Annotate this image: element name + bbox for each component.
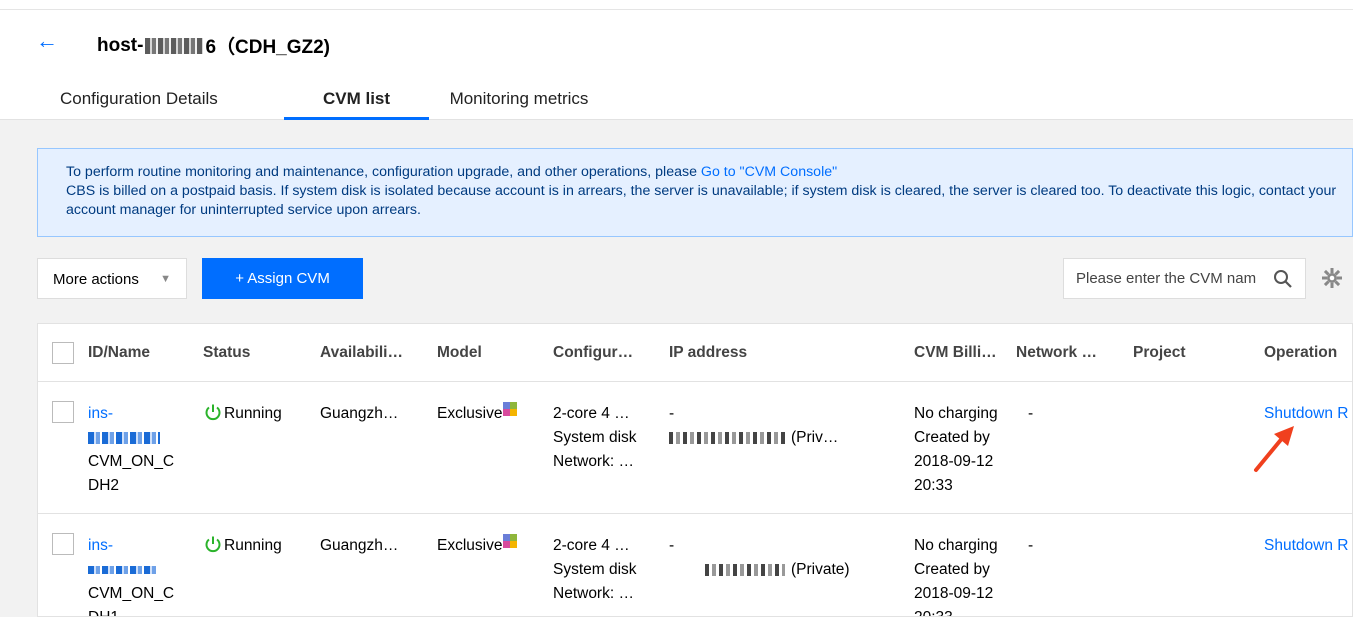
title-prefix: host- [97, 34, 144, 56]
shutdown-link[interactable]: Shutdown R [1264, 534, 1348, 558]
col-id-name[interactable]: ID/Name [88, 344, 150, 362]
tab-configuration-details[interactable]: Configuration Details [58, 88, 284, 120]
model-text: Exclusive [437, 537, 503, 554]
network-cell: - [1028, 537, 1034, 554]
billing-line-4: 20:33 [914, 606, 998, 616]
billing-cell: No charging Created by 2018-09-12 20:33 [914, 402, 998, 498]
status-text: Running [224, 537, 282, 554]
private-ip-label: (Priv… [791, 429, 839, 446]
instance-name-2: DH1 [88, 606, 174, 616]
billing-line-3: 2018-09-12 [914, 453, 994, 470]
table-row: ins- CVM_ON_C DH2 Running Guangzh… Exclu… [38, 382, 1352, 514]
table-header: ID/Name Status Availabili… Model Configu… [38, 324, 1352, 382]
billing-line-1: No charging [914, 537, 998, 554]
instance-name-1: CVM_ON_C [88, 585, 175, 602]
config-line-3: Network: … [553, 453, 634, 470]
col-cvm-billing[interactable]: CVM Billi… [914, 344, 997, 362]
config-line-2: System disk [553, 561, 637, 578]
col-configuration[interactable]: Configur… [553, 344, 633, 362]
cvm-console-link[interactable]: Go to "CVM Console" [701, 164, 837, 180]
status-cell: Running [204, 534, 282, 558]
col-availability[interactable]: Availabili… [320, 344, 403, 362]
info-notice: To perform routine monitoring and mainte… [37, 148, 1353, 237]
power-icon [205, 536, 221, 553]
assign-cvm-button[interactable]: + Assign CVM [202, 258, 363, 299]
billing-line-4: 20:33 [914, 477, 953, 494]
col-model[interactable]: Model [437, 344, 482, 362]
page-header: ← host- 6（CDH_GZ2) Configuration Details… [0, 10, 1353, 120]
availability-cell: Guangzh… [320, 537, 399, 554]
page-title: host- 6（CDH_GZ2) [97, 32, 330, 59]
col-operation: Operation [1264, 344, 1338, 361]
table-row: ins- CVM_ON_C DH1 Running Guangzh… Exclu… [38, 514, 1352, 616]
search-input[interactable] [1064, 270, 1264, 287]
top-border [0, 0, 1353, 10]
billing-line-1: No charging [914, 405, 998, 422]
search-box [1063, 258, 1306, 299]
row-checkbox[interactable] [52, 533, 74, 555]
tab-monitoring-metrics[interactable]: Monitoring metrics [429, 88, 609, 120]
instance-id-name: ins- CVM_ON_C DH1 [88, 534, 175, 616]
model-cell: Exclusive [437, 534, 518, 558]
tab-bar: Configuration Details CVM list Monitorin… [58, 88, 609, 120]
gear-icon[interactable] [1321, 267, 1343, 289]
exclusive-icon [503, 402, 518, 416]
arrow-left-icon[interactable]: ← [36, 30, 58, 52]
billing-line-2: Created by [914, 429, 990, 446]
tab-cvm-list[interactable]: CVM list [284, 88, 429, 120]
instance-id-link[interactable]: ins- [88, 534, 174, 558]
billing-cell: No charging Created by 2018-09-12 20:33 [914, 534, 998, 616]
redacted-ip [669, 431, 787, 444]
row-checkbox[interactable] [52, 401, 74, 423]
notice-line1: To perform routine monitoring and mainte… [66, 163, 1352, 182]
model-text: Exclusive [437, 405, 503, 422]
configuration-cell: 2-core 4 … System disk Network: … [553, 402, 637, 474]
public-ip: - [669, 405, 675, 422]
ip-cell: - (Priv… [669, 402, 838, 450]
config-line-1: 2-core 4 … [553, 405, 630, 422]
col-status[interactable]: Status [203, 344, 250, 362]
col-network[interactable]: Network … [1016, 344, 1097, 362]
public-ip: - [669, 537, 675, 554]
annotation-arrow-icon [1254, 426, 1294, 472]
more-actions-label: More actions [53, 271, 139, 288]
availability-cell: Guangzh… [320, 405, 399, 422]
redacted-ip [705, 563, 785, 576]
redacted-instance-id[interactable] [88, 431, 160, 444]
shutdown-link[interactable]: Shutdown R [1264, 402, 1348, 426]
instance-id-name: ins- CVM_ON_C DH2 [88, 402, 174, 498]
notice-text-1: To perform routine monitoring and mainte… [66, 164, 701, 180]
model-cell: Exclusive [437, 402, 518, 426]
toolbar: More actions ▼ + Assign CVM [37, 258, 363, 299]
col-project[interactable]: Project [1133, 344, 1186, 362]
power-icon [205, 404, 221, 421]
select-all-checkbox[interactable] [52, 342, 74, 364]
more-actions-dropdown[interactable]: More actions ▼ [37, 258, 187, 299]
col-ip-address[interactable]: IP address [669, 344, 747, 362]
cvm-table: ID/Name Status Availabili… Model Configu… [37, 323, 1353, 617]
search-icon[interactable] [1273, 269, 1293, 289]
status-text: Running [224, 405, 282, 422]
ip-cell: - (Private) [669, 534, 850, 582]
redacted-instance-id[interactable] [88, 565, 158, 574]
caret-down-icon: ▼ [160, 273, 171, 285]
instance-name-1: CVM_ON_C [88, 453, 175, 470]
instance-name-2: DH2 [88, 477, 120, 494]
billing-line-3: 2018-09-12 [914, 585, 994, 602]
config-line-1: 2-core 4 … [553, 537, 630, 554]
notice-line2: CBS is billed on a postpaid basis. If sy… [66, 183, 1337, 218]
exclusive-icon [503, 534, 518, 548]
config-line-2: System disk [553, 429, 637, 446]
network-cell: - [1028, 405, 1034, 422]
redacted-host-id [145, 37, 204, 54]
instance-id-link[interactable]: ins- [88, 402, 174, 426]
configuration-cell: 2-core 4 … System disk Network: … [553, 534, 637, 606]
billing-line-2: Created by [914, 561, 990, 578]
status-cell: Running [204, 402, 282, 426]
title-suffix: 6（CDH_GZ2) [205, 37, 331, 58]
private-ip-label: (Private) [791, 561, 850, 578]
config-line-3: Network: … [553, 585, 634, 602]
